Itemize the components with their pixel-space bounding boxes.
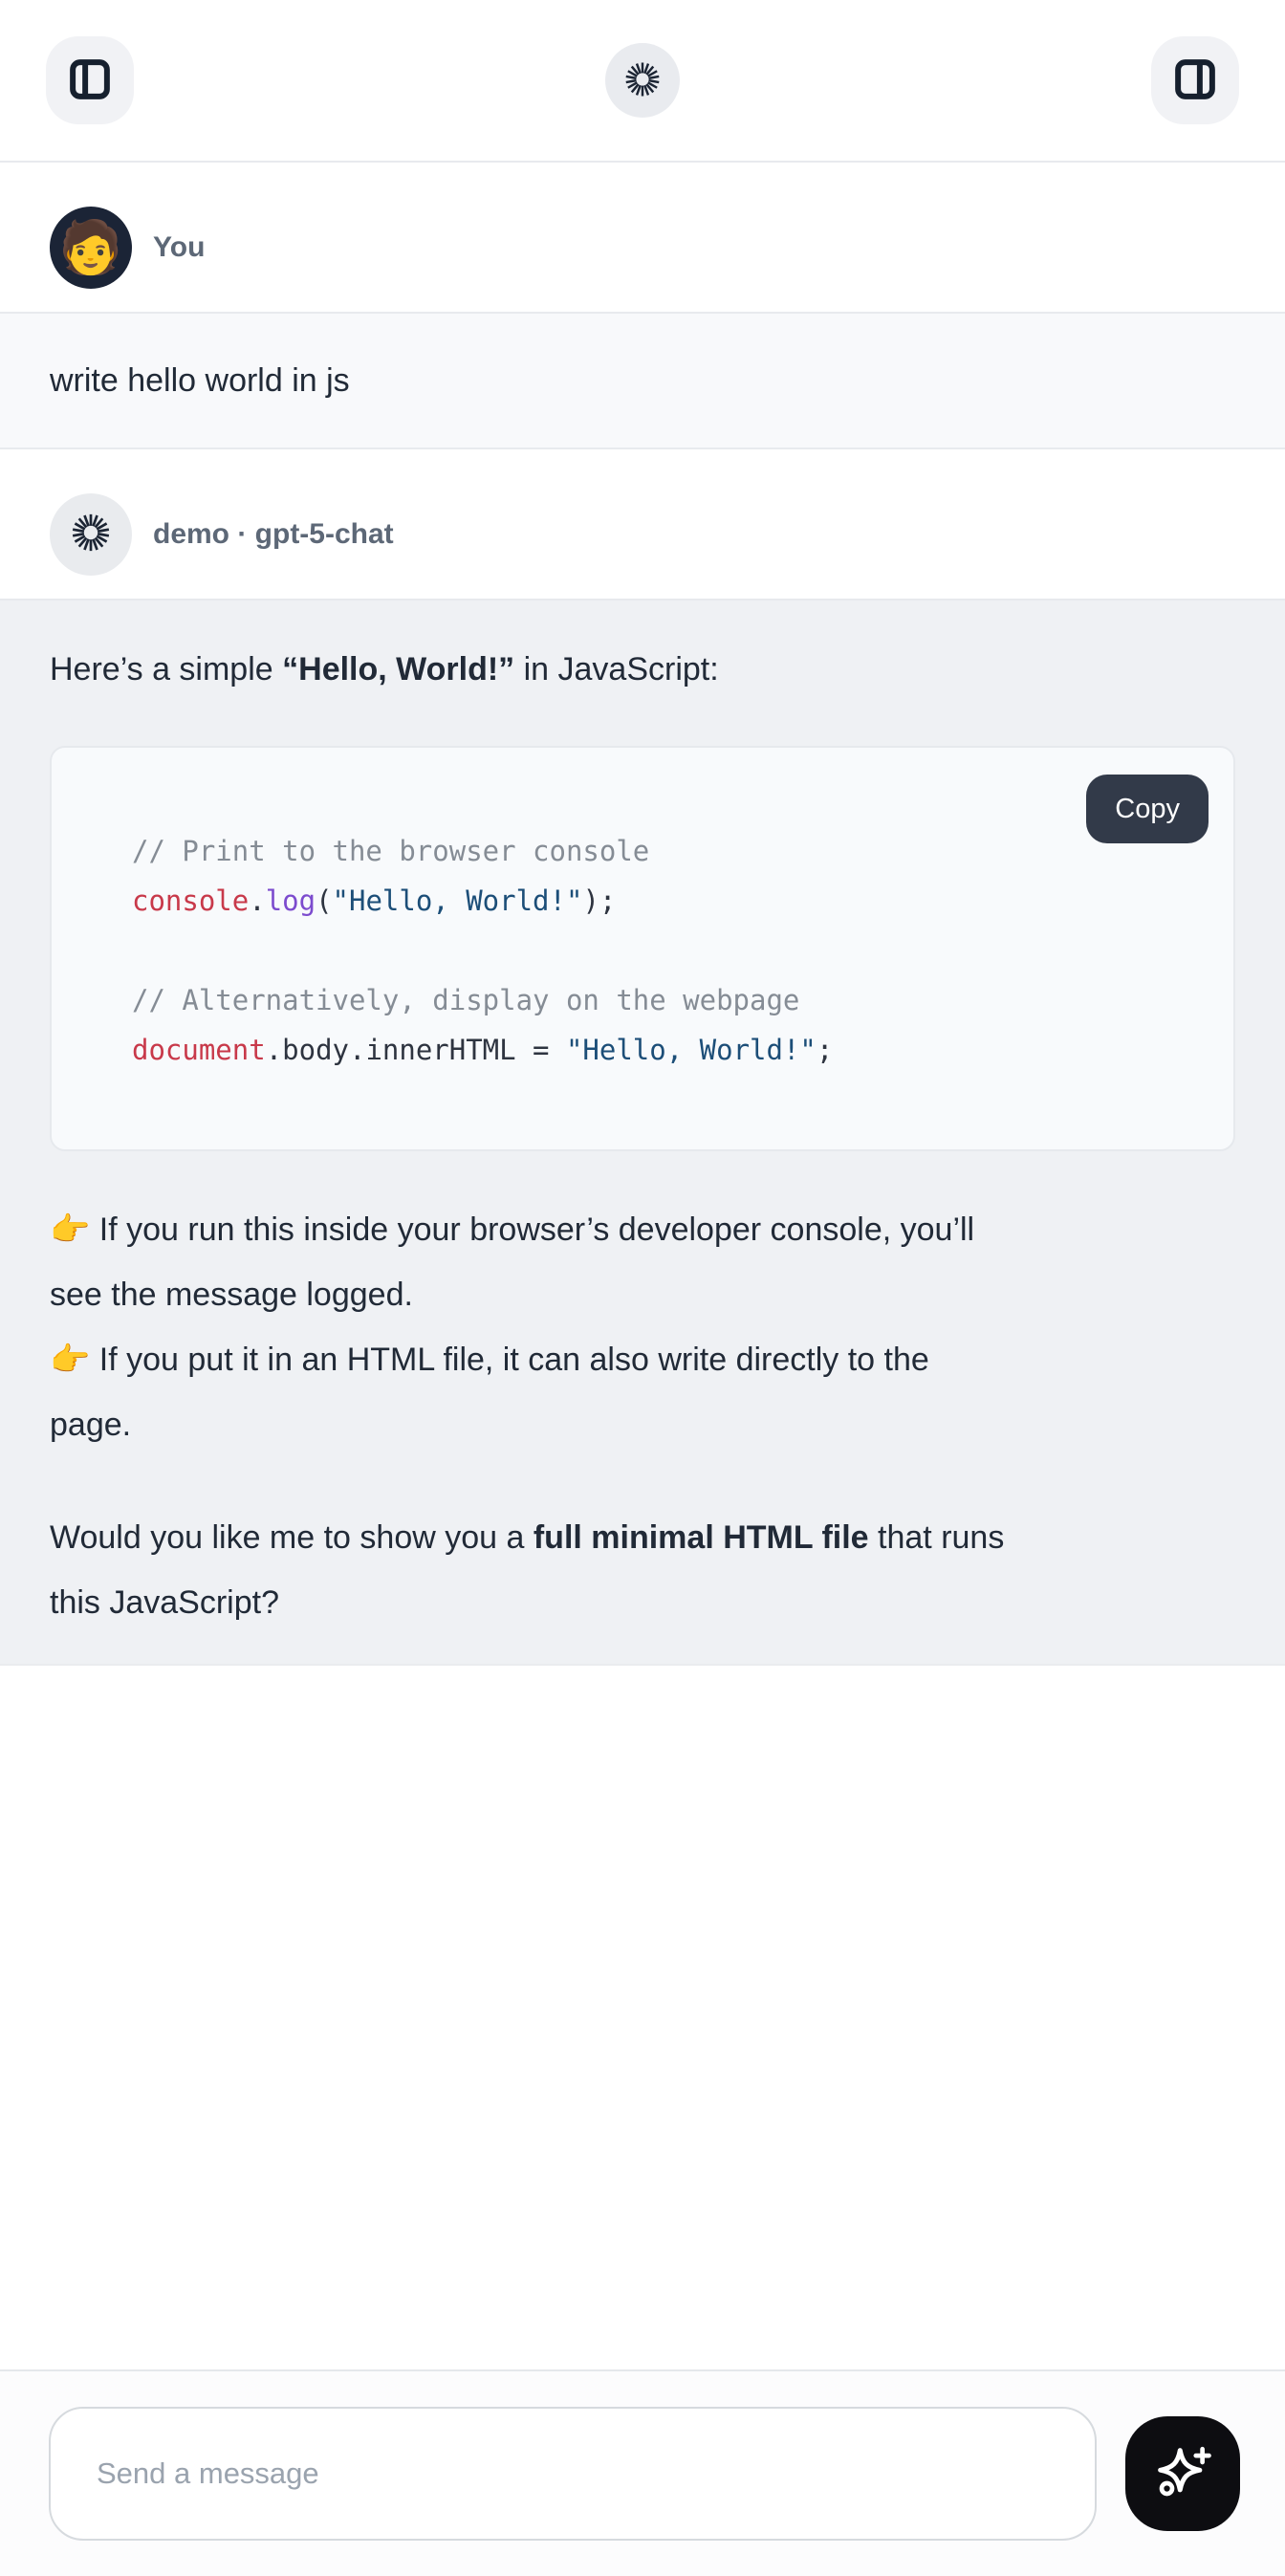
user-message: write hello world in js	[0, 312, 1285, 449]
assistant-message: Here’s a simple “Hello, World!” in JavaS…	[0, 599, 1285, 1666]
copy-button[interactable]: Copy	[1086, 775, 1209, 843]
assistant-avatar	[50, 493, 132, 576]
message-input[interactable]	[49, 2407, 1097, 2541]
top-bar	[0, 0, 1285, 163]
person-emoji: 🧑	[58, 222, 122, 273]
panel-right-icon	[1170, 55, 1220, 107]
model-status-button[interactable]	[605, 43, 680, 118]
code-block: Copy // Print to the browser consolecons…	[50, 746, 1235, 1151]
composer	[0, 2369, 1285, 2576]
user-sender-label: You	[153, 231, 205, 264]
right-panel-toggle-button[interactable]	[1151, 36, 1239, 124]
assistant-tips-text: 👉 If you run this inside your browser’s …	[50, 1197, 1235, 1457]
assistant-message-header: demo · gpt-5-chat	[0, 449, 1285, 599]
empty-scroll-space	[0, 1666, 1285, 2369]
code-content: // Print to the browser consoleconsole.l…	[132, 826, 1195, 1075]
sidebar-toggle-button[interactable]	[46, 36, 134, 124]
panel-left-icon	[65, 55, 115, 107]
user-message-text: write hello world in js	[50, 348, 1235, 413]
user-avatar: 🧑	[50, 207, 132, 289]
send-button[interactable]	[1125, 2416, 1240, 2531]
starburst-icon	[69, 511, 113, 559]
starburst-icon	[622, 59, 663, 102]
user-message-header: 🧑 You	[0, 163, 1285, 312]
chat-scroll-area: 🧑 You write hello world in js	[0, 163, 1285, 2369]
assistant-intro-text: Here’s a simple “Hello, World!” in JavaS…	[50, 637, 1235, 702]
chat-app: 🧑 You write hello world in js	[0, 0, 1285, 2576]
sparkle-icon	[1151, 2441, 1214, 2507]
assistant-sender-label: demo · gpt-5-chat	[153, 518, 394, 551]
assistant-question-text: Would you like me to show you a full min…	[50, 1505, 1235, 1635]
